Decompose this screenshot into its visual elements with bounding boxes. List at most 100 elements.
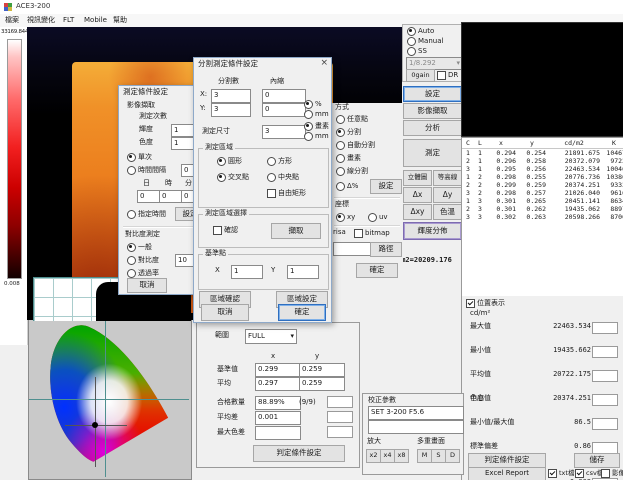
checkbox-csv[interactable]: csv檔: [575, 469, 603, 478]
col-header-l[interactable]: L: [474, 138, 486, 148]
white-point-marker[interactable]: [92, 422, 98, 428]
menu-item-flt[interactable]: FLT: [63, 17, 74, 25]
measure-button[interactable]: 測定: [403, 139, 462, 167]
radio-xy[interactable]: xy: [336, 213, 355, 222]
title-bar[interactable]: ACE3-200: [0, 0, 623, 15]
maxdiff-field[interactable]: [255, 426, 301, 440]
table-row[interactable]: 220.2990.25920374.2519332: [462, 181, 623, 189]
radio-mm-unit[interactable]: mm: [304, 132, 329, 141]
radio-center-point[interactable]: 中央點: [267, 173, 299, 182]
range-judge-button[interactable]: 判定條件設定: [253, 445, 345, 462]
col-header-k[interactable]: K: [602, 138, 623, 148]
image-capture-button[interactable]: 影像擷取: [403, 103, 462, 119]
checkbox-txt[interactable]: txt檔: [548, 469, 574, 478]
radio-mm[interactable]: mm: [304, 110, 329, 119]
grab-button[interactable]: 擷取: [271, 223, 321, 239]
table-row[interactable]: 130.3010.26520451.1418634: [462, 197, 623, 205]
x-div-field[interactable]: 3: [211, 89, 251, 103]
radio-transmit[interactable]: 透過率: [127, 269, 159, 278]
method-ok-button[interactable]: 確定: [356, 263, 398, 278]
table-row[interactable]: 330.3020.26320598.2668700: [462, 213, 623, 221]
calib-empty-field[interactable]: [368, 420, 464, 434]
delta-xy-button[interactable]: Δxy: [403, 204, 432, 220]
base-x-field[interactable]: 1: [231, 265, 263, 279]
y-inset-field[interactable]: 0: [262, 103, 306, 117]
checkbox-position-display[interactable]: 位置表示: [466, 299, 505, 308]
radio-cross-point[interactable]: 交叉點: [217, 173, 249, 182]
delta-y-button[interactable]: Δy: [433, 187, 462, 203]
menu-item-file[interactable]: 檔案: [5, 17, 19, 25]
cond-cancel-button[interactable]: 取消: [127, 278, 167, 293]
split-cancel-button[interactable]: 取消: [201, 304, 249, 321]
radio-auto[interactable]: Auto: [407, 27, 434, 36]
radio-general[interactable]: 一般: [127, 243, 152, 252]
col-header-y[interactable]: y: [518, 138, 548, 148]
luminance-dist-button[interactable]: 輝度分佈: [403, 222, 462, 240]
judge-condition-button[interactable]: 判定條件設定: [468, 453, 546, 468]
save-button[interactable]: 儲存: [574, 453, 620, 468]
excel-report-button[interactable]: Excel Report: [468, 467, 546, 480]
day-field[interactable]: 0: [137, 190, 161, 203]
base-y-field[interactable]: 1: [287, 265, 319, 279]
multi-m-button[interactable]: M: [417, 449, 432, 463]
avgdiff-field[interactable]: 0.001: [255, 411, 301, 425]
checkbox-confirm[interactable]: 確認: [213, 226, 238, 235]
radio-pixel[interactable]: 畫素: [336, 154, 361, 163]
menu-item-mobile[interactable]: Mobile: [84, 17, 107, 25]
y-div-field[interactable]: 3: [211, 103, 251, 117]
contour-button[interactable]: 等高線: [433, 170, 462, 186]
col-header-cdm2[interactable]: cd/m2: [548, 138, 602, 148]
path-button[interactable]: 路徑: [370, 242, 402, 257]
radio-single[interactable]: 單次: [127, 153, 152, 162]
radio-any-point[interactable]: 任意點: [336, 115, 368, 124]
color-temp-button[interactable]: 色溫: [433, 204, 462, 220]
cie-diagram-window[interactable]: [28, 318, 192, 480]
checkbox-free-rect[interactable]: 自由矩形: [267, 189, 306, 198]
radio-ss[interactable]: SS: [407, 47, 427, 56]
method-set-button[interactable]: 設定: [370, 179, 402, 194]
pass-field[interactable]: 88.89%: [255, 396, 301, 410]
close-icon[interactable]: ×: [320, 59, 328, 69]
split-ok-button[interactable]: 確定: [278, 304, 326, 321]
radio-contrast[interactable]: 對比度: [127, 256, 159, 265]
radio-delta-percent[interactable]: Δ%: [336, 182, 358, 191]
size-field[interactable]: 3: [262, 125, 306, 139]
radio-timed[interactable]: 指定時間: [127, 210, 166, 219]
col-header-x[interactable]: x: [486, 138, 518, 148]
checkbox-bitmap[interactable]: bitmap: [354, 229, 390, 238]
radio-circle[interactable]: 圓形: [217, 157, 242, 166]
ref-x-field[interactable]: 0.299: [255, 363, 301, 377]
settings-button[interactable]: 設定: [403, 86, 462, 102]
radio-uv[interactable]: uv: [368, 213, 388, 222]
menu-item-help[interactable]: 幫助: [113, 17, 127, 25]
gain-button[interactable]: 0gain: [406, 69, 435, 82]
table-row[interactable]: 310.2950.25622463.53410046: [462, 165, 623, 173]
stereo-button[interactable]: 立體圖: [403, 170, 432, 186]
table-row[interactable]: 320.2980.25721026.0409616: [462, 189, 623, 197]
avg-y-field[interactable]: 0.259: [299, 377, 345, 391]
x-inset-field[interactable]: 0: [262, 89, 306, 103]
table-row[interactable]: 210.2960.25820372.0799722: [462, 157, 623, 165]
col-header-c[interactable]: C: [462, 138, 474, 148]
zoom-x2-button[interactable]: x2: [366, 449, 381, 463]
radio-percent[interactable]: %: [304, 100, 322, 109]
multi-s-button[interactable]: S: [431, 449, 446, 463]
checkbox-dr[interactable]: DR: [437, 71, 458, 80]
radio-split[interactable]: 分割: [336, 128, 361, 137]
zoom-x8-button[interactable]: x8: [394, 449, 409, 463]
radio-interval[interactable]: 時間間隔: [127, 166, 166, 175]
checkbox-image[interactable]: 影像檔: [601, 469, 623, 478]
menu-item-video[interactable]: 視訊變化: [27, 17, 55, 25]
range-dropdown[interactable]: FULL▾: [245, 329, 297, 344]
preview-image[interactable]: [461, 22, 623, 137]
radio-manual[interactable]: Manual: [407, 37, 443, 46]
radio-pixel-unit[interactable]: 畫素: [304, 122, 329, 131]
table-row[interactable]: 230.3010.26219435.0628897: [462, 205, 623, 213]
radio-square[interactable]: 方形: [267, 157, 292, 166]
radio-auto-split[interactable]: 自動分割: [336, 141, 375, 150]
table-row[interactable]: 110.2940.25421891.67510467: [462, 149, 623, 157]
hour-field[interactable]: 0: [159, 190, 183, 203]
avg-x-field[interactable]: 0.297: [255, 377, 301, 391]
radio-line-split[interactable]: 線分割: [336, 167, 368, 176]
ref-y-field[interactable]: 0.259: [299, 363, 345, 377]
